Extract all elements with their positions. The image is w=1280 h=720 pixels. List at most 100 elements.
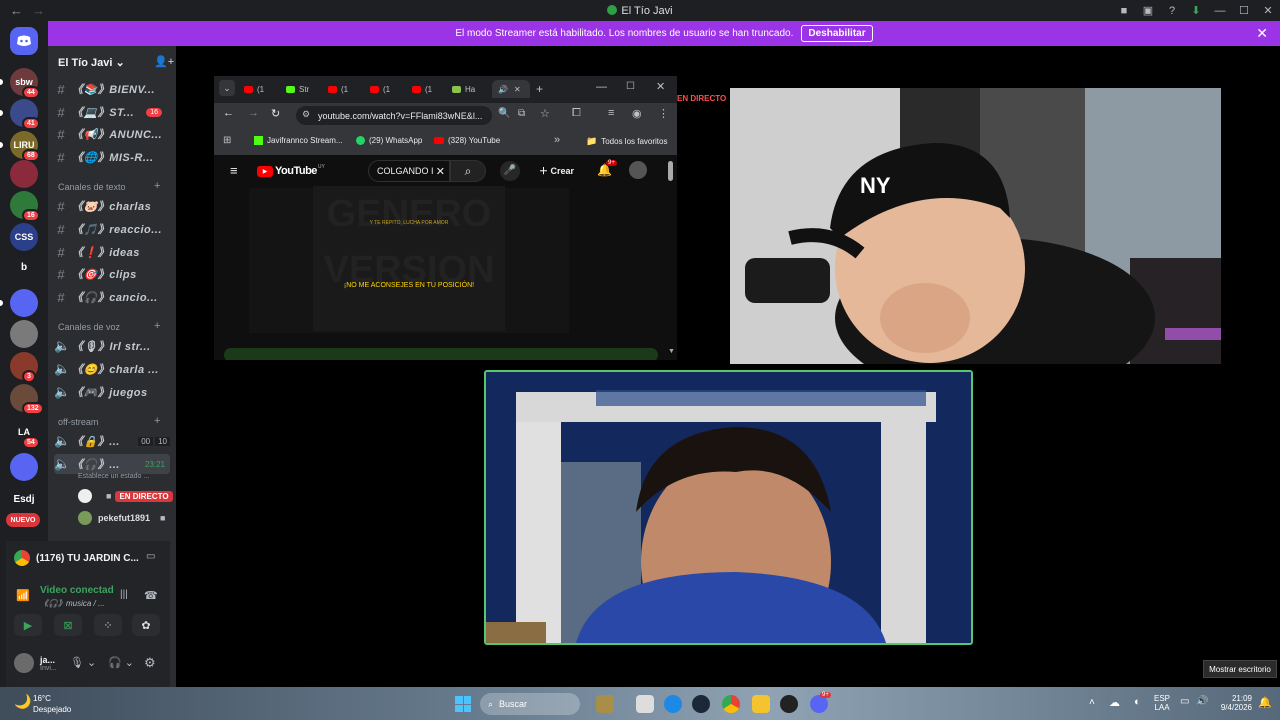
channel-item[interactable]: 🔈 《🎙》Irl str... [54, 336, 170, 356]
account-avatar[interactable] [629, 161, 647, 179]
disconnect-icon[interactable]: ☎ [144, 589, 158, 602]
weather-icon[interactable]: 🌙 [14, 693, 31, 710]
active-tab[interactable]: 🔊 ✕ [492, 80, 530, 98]
widgets-app-icon[interactable] [596, 695, 614, 713]
scrollbar-thumb[interactable] [668, 161, 673, 181]
hamburger-menu-icon[interactable]: ≡ [230, 163, 238, 178]
more-bookmarks-icon[interactable]: » [554, 134, 560, 146]
server-name[interactable]: El Tío Javi ⌄ [58, 56, 125, 69]
channel-category[interactable]: Canales de voz + [58, 320, 160, 332]
server-icon[interactable] [10, 453, 38, 481]
soundboard-button[interactable]: ✿ [132, 614, 160, 636]
bookmark-whatsapp[interactable]: (29) WhatsApp [356, 136, 422, 145]
window-minimize-icon[interactable]: — [596, 81, 607, 93]
all-favorites[interactable]: 📁 Todos los favoritos [586, 136, 667, 147]
pin-icon[interactable]: ■ [1112, 5, 1136, 17]
clock[interactable]: 21:09 9/4/2026 [1212, 694, 1252, 712]
weather-desc[interactable]: Despejado [33, 705, 71, 714]
language-indicator[interactable]: ESP LAA [1154, 694, 1170, 712]
close-banner-icon[interactable]: ✕ [1256, 25, 1268, 42]
browser-tab[interactable]: (1 [328, 80, 348, 98]
cast-icon[interactable]: ⧉ [518, 108, 525, 119]
forward-icon[interactable]: → [248, 107, 259, 119]
video-player[interactable]: GENERO VERSION Y TE REPITO, LUCHA POR AMO… [249, 186, 569, 333]
channel-item[interactable]: 🔈 《🔒》... 00 10 [54, 431, 170, 451]
bookmark-star-icon[interactable]: ☆ [540, 107, 550, 120]
headphones-icon[interactable]: 🎧 ⌄ [108, 656, 134, 669]
noise-suppression-icon[interactable]: ||| [120, 589, 128, 600]
browser-tab[interactable]: (1 [244, 80, 264, 98]
close-icon[interactable]: ✕ [1256, 4, 1280, 17]
screen-icon[interactable]: ▭ [146, 551, 155, 562]
file-explorer-icon[interactable] [752, 695, 770, 713]
channel-category[interactable]: Canales de texto + [58, 180, 160, 192]
add-channel-icon[interactable]: + [154, 415, 160, 427]
help-icon[interactable]: ? [1160, 5, 1184, 17]
site-info-icon[interactable]: ⚙ [302, 109, 310, 120]
weather-temp[interactable]: 16°C [33, 694, 51, 703]
reload-icon[interactable]: ↻ [271, 107, 280, 120]
chrome-taskbar-icon[interactable] [722, 695, 740, 713]
browser-tab[interactable]: (1 [370, 80, 390, 98]
share-screen-button[interactable]: ⊠ [54, 614, 82, 636]
voice-user[interactable]: ■ EN DIRECTO [78, 489, 173, 503]
server-icon[interactable] [10, 320, 38, 348]
edge-browser-icon[interactable] [664, 695, 682, 713]
voice-channel-name[interactable]: 《🎧》musica / ... [40, 598, 105, 609]
forward-arrow-icon[interactable]: → [32, 3, 45, 18]
voice-user[interactable]: pekefut1891 ■ [78, 511, 165, 525]
onedrive-icon[interactable]: ☁ [1109, 696, 1120, 709]
profile-icon[interactable]: ◉ [632, 107, 642, 120]
browser-tab[interactable]: (1 [412, 80, 432, 98]
close-tab-icon[interactable]: ✕ [514, 85, 521, 94]
channel-item[interactable]: # 《🌐》MIS-R... [54, 147, 170, 167]
clear-search-icon[interactable]: ✕ [436, 165, 445, 178]
window-maximize-icon[interactable]: ☐ [626, 81, 635, 92]
back-icon[interactable]: ← [223, 107, 234, 119]
activities-button[interactable]: ⁘ [94, 614, 122, 636]
tray-app-icon[interactable]: ◐ [1134, 696, 1141, 708]
channel-item[interactable]: # 《📢》ANUNC... [54, 124, 170, 144]
bookmark-youtube[interactable]: (328) YouTube [434, 136, 500, 145]
notification-center-icon[interactable]: 🔔 [1258, 696, 1272, 709]
mic-icon[interactable]: 🎙 ⌄ [70, 656, 96, 669]
apps-icon[interactable]: ⊞ [223, 135, 231, 146]
server-icon[interactable]: CSS [10, 223, 38, 251]
task-view-icon[interactable] [636, 695, 654, 713]
disable-streamer-button[interactable]: Deshabilitar [801, 25, 873, 42]
download-icon[interactable]: ⬇ [1184, 4, 1208, 17]
server-icon[interactable] [10, 160, 38, 188]
browser-tab[interactable]: Ha [452, 80, 475, 98]
add-member-icon[interactable]: 👤+ [154, 55, 174, 68]
bookmark-kick[interactable]: Javifrannco Stream... [254, 136, 343, 145]
back-arrow-icon[interactable]: ← [10, 3, 23, 18]
taskbar-search[interactable]: ⌕ Buscar [480, 693, 580, 715]
steam-icon[interactable] [692, 695, 710, 713]
search-button-icon[interactable]: ⌕ [450, 160, 486, 182]
channel-item[interactable]: 🔈 《😊》charla ... [54, 359, 170, 379]
windows-start-icon[interactable] [455, 696, 471, 712]
scroll-down-icon[interactable]: ▼ [668, 348, 675, 355]
discord-home-icon[interactable] [10, 27, 38, 55]
create-button[interactable]: ＋ Crear [539, 164, 574, 177]
maximize-icon[interactable]: ☐ [1232, 4, 1256, 17]
streamer-webcam[interactable]: NY [730, 88, 1221, 364]
channel-item[interactable]: # 《🎵》reaccio... [54, 219, 170, 239]
channel-item[interactable]: # 《🎧》cancio... [54, 287, 170, 307]
inbox-icon[interactable]: ▣ [1136, 4, 1160, 17]
zoom-icon[interactable]: 🔍 [498, 108, 510, 119]
add-channel-icon[interactable]: + [154, 320, 160, 332]
camera-button[interactable]: ▶ [14, 614, 42, 636]
channel-item[interactable]: # 《📚》BIENV... [54, 79, 170, 99]
channel-item[interactable]: # 《🎯》clips [54, 264, 170, 284]
window-close-icon[interactable]: ✕ [656, 80, 665, 93]
address-bar[interactable]: ⚙ youtube.com/watch?v=FFlami83wNE&l... [296, 106, 492, 125]
guest-webcam[interactable] [484, 370, 973, 645]
new-tab-icon[interactable]: + [536, 82, 543, 96]
user-area[interactable]: ja... Invi... [14, 653, 57, 673]
server-icon[interactable]: NUEVO [6, 513, 40, 527]
extensions-icon[interactable]: ⧠ [572, 107, 581, 120]
obs-icon[interactable] [780, 695, 798, 713]
server-icon[interactable]: Esdj [10, 485, 38, 513]
settings-gear-icon[interactable]: ⚙ [144, 655, 156, 671]
